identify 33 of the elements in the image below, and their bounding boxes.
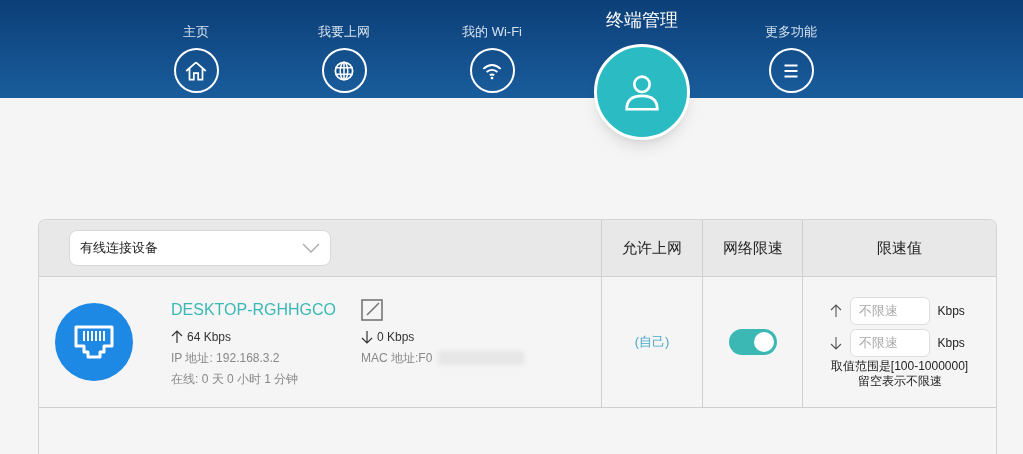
hint-text: 留空表示不限速 bbox=[857, 373, 942, 389]
column-header: 允许上网 bbox=[601, 220, 702, 276]
access-status: (自己) bbox=[634, 333, 670, 352]
nav-tab[interactable] bbox=[173, 48, 219, 93]
hint-text: 取值范围是[100-1000000] bbox=[830, 358, 969, 374]
online-duration: 在线: 0 天 0 小时 1 分钟 bbox=[171, 371, 299, 388]
nav-label: 主页 bbox=[183, 23, 209, 41]
upload-speed: 64 Kbps bbox=[187, 329, 232, 346]
edit-icon[interactable] bbox=[361, 299, 383, 321]
download-arrow-icon bbox=[829, 335, 842, 350]
device-name: DESKTOP-RGHHGCO bbox=[171, 300, 338, 320]
device-filter-dropdown[interactable]: 有线连接设备 bbox=[69, 230, 331, 266]
column-header: 网络限速 bbox=[702, 220, 802, 276]
upload-arrow-icon bbox=[171, 330, 183, 344]
ip-address: IP 地址: 192.168.3.2 bbox=[171, 350, 281, 367]
upload-arrow-icon bbox=[829, 303, 842, 318]
download-limit-field[interactable]: 不限速 bbox=[849, 328, 930, 357]
nav-label: 终端管理 bbox=[606, 9, 678, 32]
nav-label: 我要上网 bbox=[318, 23, 370, 41]
unit-label: Kbps bbox=[937, 334, 966, 352]
nav-label: 我的 Wi-Fi bbox=[462, 23, 522, 41]
upload-limit-field[interactable]: 不限速 bbox=[849, 296, 930, 325]
nav-tab[interactable] bbox=[469, 48, 515, 93]
nav-tab[interactable] bbox=[321, 48, 367, 93]
download-speed: 0 Kbps bbox=[377, 329, 415, 346]
nav-tab[interactable] bbox=[768, 48, 814, 93]
nav-label: 更多功能 bbox=[765, 23, 817, 41]
mac-address: MAC 地址:F0 bbox=[361, 350, 433, 367]
chevron-down-icon bbox=[302, 243, 320, 253]
download-arrow-icon bbox=[361, 330, 373, 344]
unit-label: Kbps bbox=[937, 302, 966, 320]
speed-limit-toggle[interactable] bbox=[728, 329, 777, 355]
column-header: 限速值 bbox=[802, 220, 996, 276]
